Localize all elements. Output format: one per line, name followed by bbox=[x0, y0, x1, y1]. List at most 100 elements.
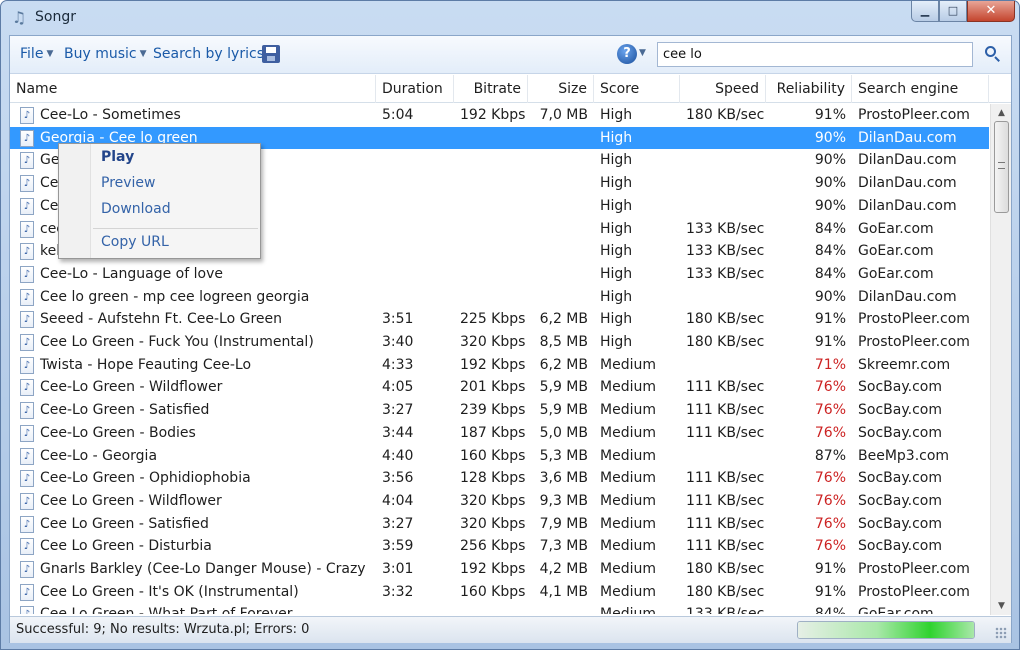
scroll-up-icon[interactable]: ▲ bbox=[994, 106, 1009, 120]
table-row[interactable]: ♪ Cee-Lo - Georgia 4:40 160 Kbps 5,3 MB Mediu… bbox=[10, 445, 989, 468]
table-row[interactable]: ♪ Cee lo green - mp cee logreen georgia Hi… bbox=[10, 286, 989, 309]
table-row[interactable]: ♪ Cee-Lo Green - Wildflower 4:05 201 Kbps 5,… bbox=[10, 376, 989, 399]
close-button[interactable]: ✕ bbox=[967, 1, 1015, 22]
audio-file-icon: ♪ bbox=[20, 606, 34, 614]
audio-file-icon: ♪ bbox=[20, 583, 34, 601]
table-row[interactable]: ♪ Cee Lo Green - It's OK (Instrumental) 3:… bbox=[10, 581, 989, 604]
column-header-reliability[interactable]: Reliability bbox=[766, 75, 852, 103]
cell-size: 4,1 MB bbox=[539, 583, 588, 600]
minimize-button[interactable]: ▁ bbox=[911, 1, 939, 22]
cell-bitrate bbox=[454, 263, 528, 286]
menu-file[interactable]: File ▼ bbox=[20, 46, 53, 62]
context-menu-separator bbox=[93, 228, 258, 229]
cell-name: Cee Lo Green - Satisfied bbox=[40, 515, 209, 532]
column-header-speed[interactable]: Speed bbox=[680, 75, 766, 103]
column-header-bitrate[interactable]: Bitrate bbox=[454, 75, 528, 103]
cell-engine: ProstoPleer.com bbox=[858, 334, 970, 350]
context-menu-copy-url[interactable]: Copy URL bbox=[101, 234, 169, 250]
context-menu-download[interactable]: Download bbox=[101, 201, 171, 217]
maximize-button[interactable]: □ bbox=[939, 1, 967, 22]
table-row[interactable]: ♪ Cee-Lo - Sometimes 5:04 192 Kbps 7,0 MB Hig… bbox=[10, 104, 989, 127]
cell-name: Gnarls Barkley (Cee-Lo Danger Mouse) - C… bbox=[40, 561, 366, 577]
cell-score: Medium bbox=[600, 583, 656, 600]
cell-engine: GoEar.com bbox=[858, 265, 934, 282]
cell-engine: SocBay.com bbox=[858, 402, 942, 419]
chevron-down-icon[interactable]: ▼ bbox=[639, 48, 646, 58]
cell-bitrate: 192 Kbps bbox=[460, 356, 526, 373]
cell-reliability: 71% bbox=[814, 356, 846, 373]
table-row[interactable]: ♪ Cee Lo Green - Fuck You (Instrumental) 3… bbox=[10, 331, 989, 354]
column-header-duration[interactable]: Duration bbox=[376, 75, 454, 103]
cell-reliability: 90% bbox=[814, 152, 846, 169]
cell-bitrate: 187 Kbps bbox=[460, 424, 526, 441]
cell-size: 7,0 MB bbox=[539, 107, 588, 123]
cell-engine: DilanDau.com bbox=[858, 129, 957, 146]
context-menu-play[interactable]: Play bbox=[101, 149, 134, 165]
title-bar[interactable]: ♫ Songr ▁ □ ✕ bbox=[1, 1, 1019, 35]
cell-score: High bbox=[600, 175, 633, 192]
cell-bitrate: 239 Kbps bbox=[460, 402, 526, 419]
cell-engine: GoEar.com bbox=[858, 243, 934, 260]
table-row[interactable]: ♪Cee Lo Green - What Part of Forever Medi… bbox=[10, 603, 989, 614]
audio-file-icon: ♪ bbox=[20, 220, 34, 238]
resize-grip-icon[interactable] bbox=[995, 627, 1007, 639]
audio-file-icon: ♪ bbox=[20, 311, 34, 329]
table-row[interactable]: ♪ Cee Lo Green - Wildflower 4:04 320 Kbps 9,… bbox=[10, 490, 989, 513]
vertical-scrollbar[interactable]: ▲ ▼ bbox=[990, 104, 1011, 615]
table-row[interactable]: ♪ Seeed - Aufstehn Ft. Cee-Lo Green 3:51 22… bbox=[10, 308, 989, 331]
music-note-icon: ♫ bbox=[11, 8, 27, 27]
cell-engine: ProstoPleer.com bbox=[858, 311, 970, 328]
help-icon[interactable]: ? bbox=[617, 44, 637, 64]
cell-reliability: 90% bbox=[814, 197, 846, 214]
scroll-thumb[interactable] bbox=[994, 121, 1009, 213]
cell-duration: 3:44 bbox=[382, 424, 414, 441]
column-header-engine[interactable]: Search engine bbox=[852, 75, 989, 103]
scroll-down-icon[interactable]: ▼ bbox=[994, 599, 1009, 613]
cell-duration bbox=[376, 263, 454, 286]
cell-size: 5,9 MB bbox=[539, 402, 588, 419]
table-row[interactable]: ♪ Cee-Lo - Language of love High 133 KB/sec… bbox=[10, 263, 989, 286]
context-menu-preview[interactable]: Preview bbox=[101, 175, 156, 191]
search-icon[interactable] bbox=[984, 45, 1002, 63]
table-row[interactable]: ♪ Cee-Lo Green - Bodies 3:44 187 Kbps 5,0 MB… bbox=[10, 422, 989, 445]
table-row[interactable]: ♪ Cee-Lo Green - Satisfied 3:27 239 Kbps 5,9… bbox=[10, 399, 989, 422]
cell-duration: 5:04 bbox=[382, 107, 414, 123]
column-header-name[interactable]: Name bbox=[10, 75, 376, 103]
cell-duration bbox=[376, 172, 454, 195]
table-row[interactable]: ♪ Gnarls Barkley (Cee-Lo Danger Mouse) - … bbox=[10, 558, 989, 581]
table-row[interactable]: ♪ Cee-Lo Green - Ophidiophobia 3:56 128 Kbp… bbox=[10, 467, 989, 490]
table-row[interactable]: ♪ Twista - Hope Feauting Cee-Lo 4:33 192 Kb… bbox=[10, 354, 989, 377]
client-area: File▼Buy music▼Search by lyrics▼ ? ▼ Nam… bbox=[9, 35, 1012, 643]
cell-reliability: 91% bbox=[814, 107, 846, 123]
menu-label: Search by lyrics bbox=[153, 46, 264, 62]
cell-size: 3,6 MB bbox=[539, 470, 588, 487]
cell-engine: DilanDau.com bbox=[858, 175, 957, 192]
column-header-size[interactable]: Size bbox=[528, 75, 594, 103]
cell-score: Medium bbox=[600, 356, 656, 373]
cell-speed: 111 KB/sec bbox=[686, 379, 765, 396]
cell-name: Cee-Lo Green - Wildflower bbox=[40, 379, 223, 396]
search-input[interactable] bbox=[657, 42, 973, 67]
save-icon[interactable] bbox=[262, 45, 280, 63]
cell-reliability: 91% bbox=[814, 334, 846, 350]
cell-bitrate: 192 Kbps bbox=[460, 107, 526, 123]
menu-buy-music[interactable]: Buy music ▼ bbox=[64, 46, 147, 62]
menu-search-by-lyrics[interactable]: Search by lyrics▼ bbox=[153, 46, 274, 62]
cell-size: 7,3 MB bbox=[539, 538, 588, 555]
cell-bitrate bbox=[454, 195, 528, 218]
column-header-score[interactable]: Score bbox=[594, 75, 680, 103]
cell-reliability: 84% bbox=[814, 243, 846, 260]
cell-reliability: 84% bbox=[814, 220, 846, 237]
cell-score: High bbox=[600, 129, 633, 146]
audio-file-icon: ♪ bbox=[20, 561, 34, 578]
cell-engine: SocBay.com bbox=[858, 492, 942, 509]
cell-duration: 3:56 bbox=[382, 470, 414, 487]
table-row[interactable]: ♪ Cee Lo Green - Satisfied 3:27 320 Kbps 7,9… bbox=[10, 513, 989, 536]
cell-duration: 4:04 bbox=[382, 492, 414, 509]
cell-duration bbox=[376, 149, 454, 172]
cell-speed: 180 KB/sec bbox=[686, 107, 765, 123]
table-row[interactable]: ♪ Cee Lo Green - Disturbia 3:59 256 Kbps 7,3… bbox=[10, 535, 989, 558]
cell-duration: 3:32 bbox=[382, 583, 414, 600]
cell-duration bbox=[376, 218, 454, 241]
cell-engine: SocBay.com bbox=[858, 538, 942, 555]
